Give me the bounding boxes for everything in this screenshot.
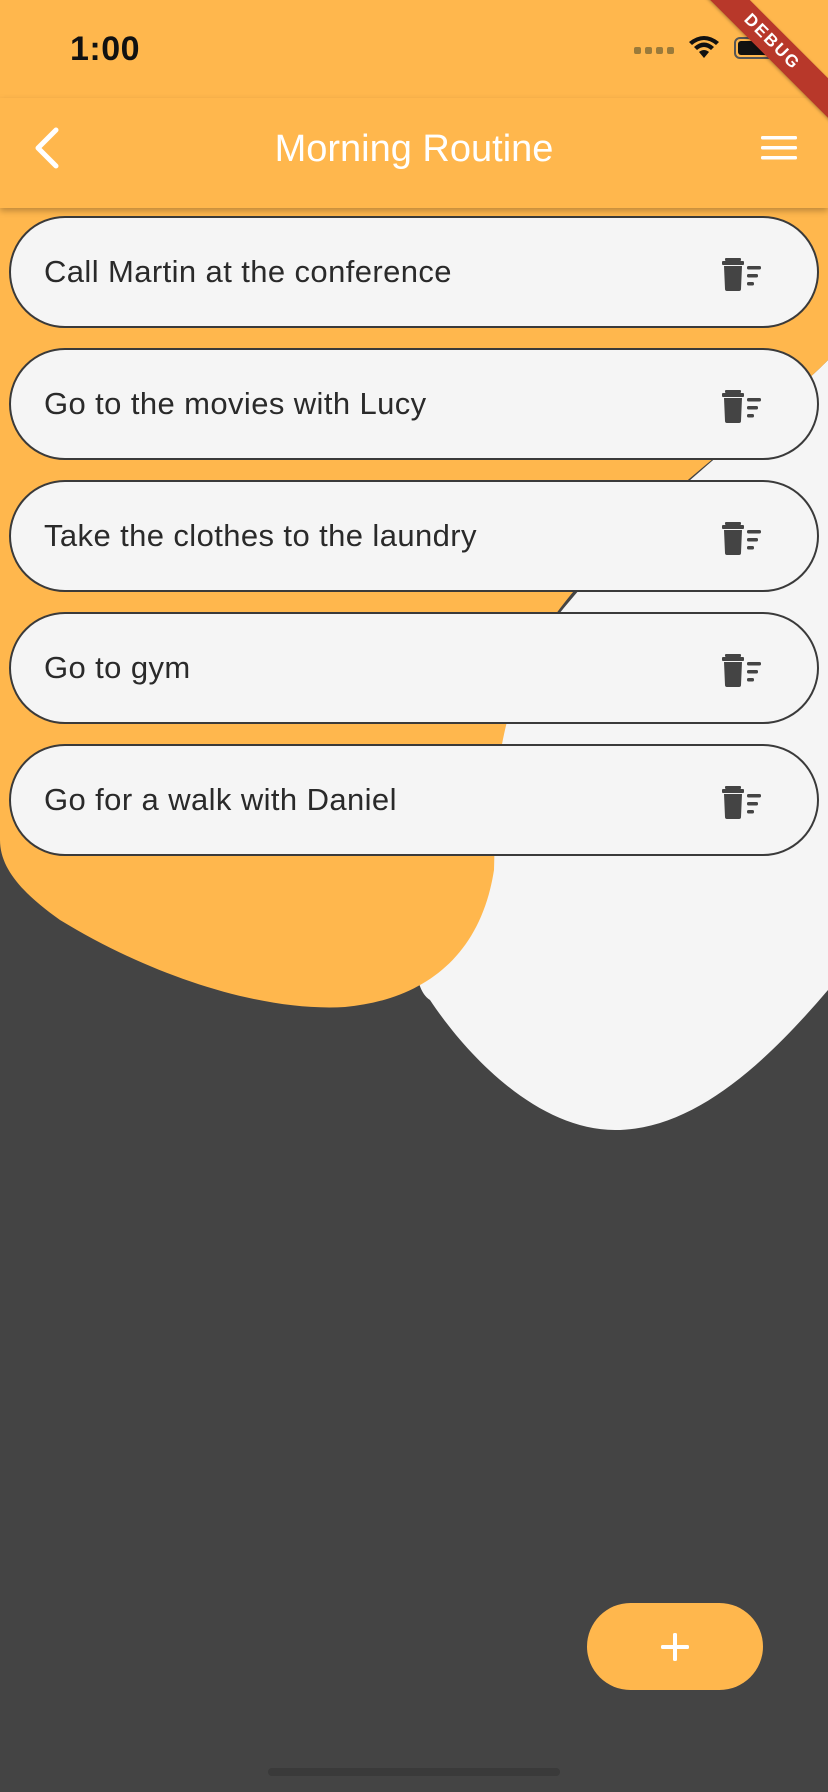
- page-title: Morning Routine: [274, 128, 554, 170]
- delete-sweep-icon: [722, 522, 761, 555]
- delete-sweep-icon: [722, 786, 761, 819]
- list-item[interactable]: Take the clothes to the laundry: [9, 480, 819, 592]
- delete-sweep-icon: [722, 390, 761, 423]
- menu-button[interactable]: [756, 128, 802, 168]
- task-label: Call Martin at the conference: [44, 254, 452, 289]
- task-list: Call Martin at the conference Go to the …: [9, 216, 819, 876]
- task-label: Go to gym: [44, 650, 191, 685]
- delete-button[interactable]: [721, 652, 765, 688]
- app-bar: Morning Routine: [0, 98, 828, 208]
- hamburger-menu-icon: [761, 136, 797, 160]
- list-item[interactable]: Call Martin at the conference: [9, 216, 819, 328]
- list-item[interactable]: Go for a walk with Daniel: [9, 744, 819, 856]
- delete-button[interactable]: [721, 388, 765, 424]
- delete-sweep-icon: [722, 258, 761, 291]
- task-label: Go for a walk with Daniel: [44, 782, 397, 817]
- task-label: Go to the movies with Lucy: [44, 386, 427, 421]
- task-label: Take the clothes to the laundry: [44, 518, 477, 553]
- delete-sweep-icon: [722, 654, 761, 687]
- list-item[interactable]: Go to the movies with Lucy: [9, 348, 819, 460]
- list-item[interactable]: Go to gym: [9, 612, 819, 724]
- home-indicator: [268, 1768, 560, 1776]
- cellular-signal-icon: [634, 47, 674, 54]
- status-bar: 1:00 DEBUG: [0, 0, 828, 130]
- add-task-button[interactable]: [587, 1603, 763, 1690]
- delete-button[interactable]: [721, 256, 765, 292]
- delete-button[interactable]: [721, 784, 765, 820]
- wifi-icon: [688, 36, 720, 65]
- plus-icon: [661, 1632, 689, 1661]
- delete-button[interactable]: [721, 520, 765, 556]
- status-time: 1:00: [70, 30, 141, 68]
